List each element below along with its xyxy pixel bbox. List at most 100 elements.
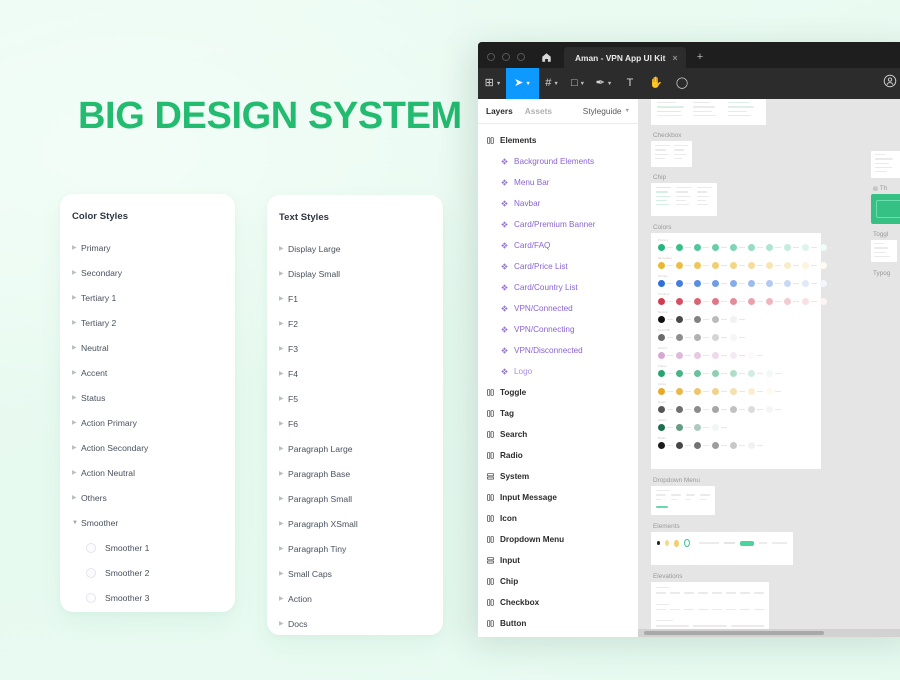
canvas-frame-elevations[interactable] (651, 582, 769, 634)
hand-tool-icon[interactable]: ✋ (643, 68, 669, 99)
layer-row[interactable]: Tag (478, 403, 638, 424)
layer-row[interactable]: Checkbox (478, 592, 638, 613)
layer-row[interactable]: Search (478, 424, 638, 445)
layer-row[interactable]: Logo (478, 361, 638, 382)
text-style-row[interactable]: ▶ F5 (267, 386, 443, 411)
text-style-row[interactable]: ▶ Display Small (267, 261, 443, 286)
avatar[interactable] (883, 74, 897, 93)
canvas-frame-theme[interactable] (871, 194, 900, 224)
canvas-frame-dropdown-menu[interactable] (651, 486, 715, 515)
layer-row[interactable]: Chip (478, 571, 638, 592)
layer-row[interactable]: Icon (478, 508, 638, 529)
chevron-right-icon[interactable]: ▶ (72, 445, 81, 451)
chevron-right-icon[interactable]: ▶ (279, 621, 288, 627)
file-tab[interactable]: Aman - VPN App UI Kit × (564, 47, 686, 68)
canvas-frame-chip[interactable] (651, 183, 717, 216)
color-style-row[interactable]: ▶ Status (60, 385, 235, 410)
chevron-right-icon[interactable]: ▶ (72, 470, 81, 476)
chevron-right-icon[interactable]: ▶ (279, 471, 288, 477)
canvas-frame-colors[interactable]: Primary Secondary Tertiary Tertiary2 Neutral… (651, 233, 835, 469)
chevron-right-icon[interactable]: ▶ (279, 546, 288, 552)
text-style-row[interactable]: ▶ Paragraph Small (267, 486, 443, 511)
layer-row[interactable]: Input Message (478, 487, 638, 508)
page-selector[interactable]: Styleguide ▼ (583, 106, 630, 116)
color-style-row[interactable]: ▶ Others (60, 485, 235, 510)
text-style-row[interactable]: ▶ F4 (267, 361, 443, 386)
chevron-right-icon[interactable]: ▶ (72, 395, 81, 401)
chevron-down-icon[interactable]: ▼ (525, 81, 530, 87)
chevron-right-icon[interactable]: ▶ (72, 270, 81, 276)
color-style-row[interactable]: ▶ Action Neutral (60, 460, 235, 485)
color-style-row[interactable]: ▶ Secondary (60, 260, 235, 285)
color-style-row[interactable]: ▶ Primary (60, 235, 235, 260)
layer-row[interactable]: Card/Price List (478, 256, 638, 277)
text-style-row[interactable]: ▶ F2 (267, 311, 443, 336)
chevron-right-icon[interactable]: ▶ (279, 396, 288, 402)
layer-row[interactable]: Elements (478, 130, 638, 151)
text-style-row[interactable]: ▶ Paragraph Tiny (267, 536, 443, 561)
layer-row[interactable]: VPN/Disconnected (478, 340, 638, 361)
layer-row[interactable]: Card/FAQ (478, 235, 638, 256)
canvas-frame-partial-top[interactable] (651, 99, 766, 125)
color-style-row[interactable]: ▶ Neutral (60, 335, 235, 360)
text-style-row[interactable]: ▶ Display Large (267, 236, 443, 261)
comment-tool-icon[interactable]: ◯ (669, 68, 695, 99)
text-style-row[interactable]: ▶ Paragraph Base (267, 461, 443, 486)
chevron-right-icon[interactable]: ▶ (279, 321, 288, 327)
layer-row[interactable]: Background Elements (478, 151, 638, 172)
color-style-row[interactable]: ▶ Accent (60, 360, 235, 385)
chevron-down-icon[interactable]: ▼ (553, 81, 558, 87)
close-window-icon[interactable] (487, 53, 495, 61)
layer-row[interactable]: Dropdown Menu (478, 529, 638, 550)
chevron-right-icon[interactable]: ▶ (72, 320, 81, 326)
color-style-row[interactable]: ▼ Smoother (60, 510, 235, 535)
chevron-right-icon[interactable]: ▶ (279, 421, 288, 427)
chevron-down-icon[interactable]: ▼ (580, 81, 585, 87)
text-style-row[interactable]: ▶ F1 (267, 286, 443, 311)
maximize-window-icon[interactable] (517, 53, 525, 61)
pen-tool-icon[interactable]: ✒ ▼ (591, 68, 617, 99)
layer-row[interactable]: Radio (478, 445, 638, 466)
frame-tool-icon[interactable]: # ▼ (539, 68, 565, 99)
text-style-row[interactable]: ▶ Paragraph XSmall (267, 511, 443, 536)
chevron-right-icon[interactable]: ▶ (72, 295, 81, 301)
menu-icon[interactable]: ⊞ ▼ (480, 68, 506, 99)
color-style-row[interactable]: ▶ Action Primary (60, 410, 235, 435)
layer-row[interactable]: VPN/Connected (478, 298, 638, 319)
text-style-row[interactable]: ▶ Paragraph Large (267, 436, 443, 461)
canvas-horizontal-scrollbar[interactable] (638, 629, 900, 637)
text-style-row[interactable]: ▶ Action (267, 586, 443, 611)
color-style-child-row[interactable]: Smoother 3 (60, 585, 235, 610)
chevron-right-icon[interactable]: ▶ (279, 496, 288, 502)
color-style-row[interactable]: ▶ Tertiary 1 (60, 285, 235, 310)
window-controls[interactable] (478, 53, 525, 68)
color-style-child-row[interactable]: Smoother 1 (60, 535, 235, 560)
tab-layers[interactable]: Layers (486, 106, 513, 116)
home-icon[interactable] (541, 52, 552, 63)
chevron-down-icon[interactable]: ▼ (72, 520, 81, 526)
tab-assets[interactable]: Assets (525, 106, 552, 116)
minimize-window-icon[interactable] (502, 53, 510, 61)
canvas-frame-partial-right-top[interactable] (871, 151, 900, 178)
canvas-frame-toggle[interactable] (871, 240, 897, 262)
shape-tool-icon[interactable]: □ ▼ (565, 68, 591, 99)
canvas-frame-elements[interactable] (651, 532, 793, 565)
color-style-child-row[interactable]: Smoother 2 (60, 560, 235, 585)
chevron-right-icon[interactable]: ▶ (279, 246, 288, 252)
chevron-right-icon[interactable]: ▶ (279, 271, 288, 277)
chevron-right-icon[interactable]: ▶ (279, 371, 288, 377)
layer-row[interactable]: VPN/Connecting (478, 319, 638, 340)
text-tool-icon[interactable]: T (617, 68, 643, 99)
chevron-down-icon[interactable]: ▼ (496, 81, 501, 87)
chevron-right-icon[interactable]: ▶ (72, 495, 81, 501)
layer-row[interactable]: Menu Bar (478, 172, 638, 193)
new-tab-icon[interactable]: + (697, 52, 703, 63)
text-style-row[interactable]: ▶ Docs (267, 611, 443, 636)
layer-row[interactable]: Toggle (478, 382, 638, 403)
chevron-right-icon[interactable]: ▶ (279, 596, 288, 602)
move-tool-icon[interactable]: ➤ ▼ (506, 68, 539, 99)
chevron-right-icon[interactable]: ▶ (72, 420, 81, 426)
color-style-row[interactable]: ▶ Action Secondary (60, 435, 235, 460)
chevron-right-icon[interactable]: ▶ (279, 346, 288, 352)
canvas-frame-checkbox[interactable] (651, 141, 692, 167)
